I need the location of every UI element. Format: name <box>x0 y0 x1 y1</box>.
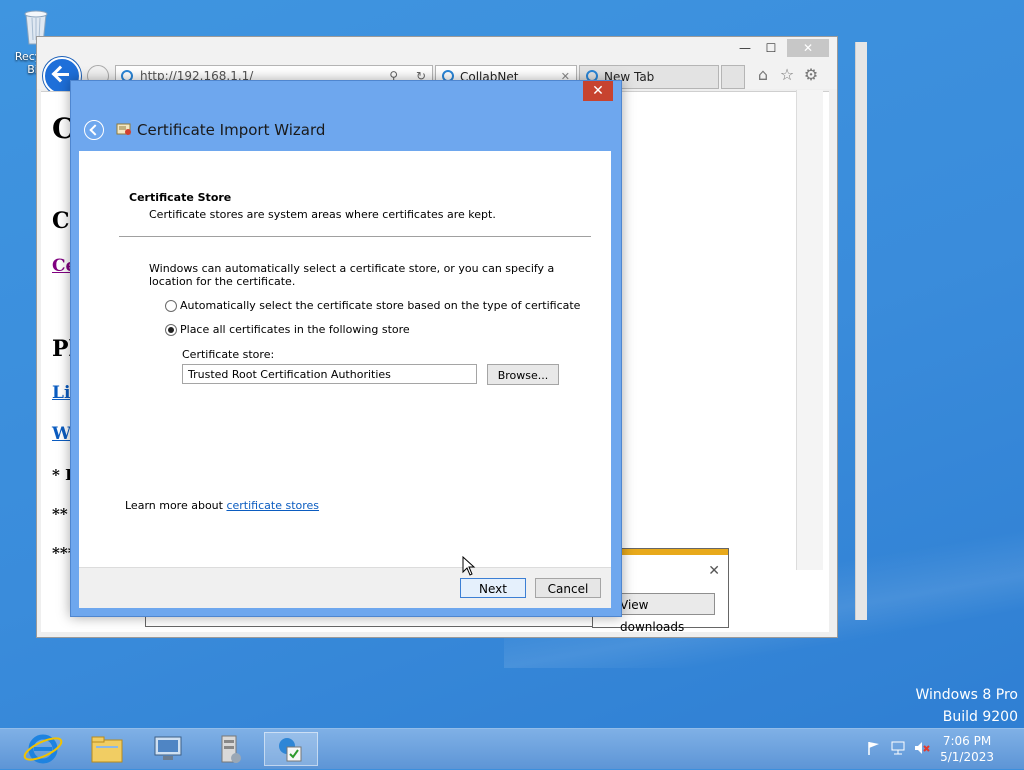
radio-button[interactable] <box>165 300 177 312</box>
watermark-edition: Windows 8 Pro <box>915 687 1018 703</box>
desktop: Recycle Bin — ☐ ✕ http://192.168.1.1/ ⚲ … <box>0 0 1024 728</box>
new-tab-button[interactable] <box>721 65 745 89</box>
dialog-title: Certificate Import Wizard <box>137 121 326 139</box>
dialog-footer: Next Cancel <box>79 567 611 608</box>
system-clock[interactable]: 7:06 PM 5/1/2023 <box>940 733 994 765</box>
clock-date: 5/1/2023 <box>940 750 994 764</box>
favorites-star-icon[interactable]: ☆ <box>777 65 797 85</box>
intro-text: Windows can automatically select a certi… <box>149 262 555 288</box>
maximize-button[interactable]: ☐ <box>763 39 779 57</box>
windows-watermark: Windows 8 Pro Build 9200 <box>915 684 1018 728</box>
cancel-button[interactable]: Cancel <box>535 578 601 598</box>
server-manager-icon[interactable] <box>202 732 256 766</box>
action-center-flag-icon[interactable] <box>866 741 882 755</box>
window-shadow <box>855 42 867 620</box>
taskbar: 7:06 PM 5/1/2023 <box>0 728 1024 769</box>
remote-desktop-icon[interactable] <box>141 732 195 766</box>
gear-icon[interactable]: ⚙ <box>801 65 821 85</box>
certificate-stores-link[interactable]: certificate stores <box>226 499 319 512</box>
watermark-build: Build 9200 <box>942 709 1018 725</box>
certificate-import-wizard-dialog: ✕ Certificate Import Wizard Certificate … <box>70 80 622 617</box>
section-description: Certificate stores are system areas wher… <box>149 208 496 221</box>
certificate-store-field[interactable]: Trusted Root Certification Authorities <box>182 364 477 384</box>
section-title: Certificate Store <box>129 191 232 204</box>
close-icon[interactable]: ✕ <box>708 563 720 579</box>
clock-time: 7:06 PM <box>942 734 992 748</box>
radio-label[interactable]: Place all certificates in the following … <box>180 323 410 336</box>
learn-more-prefix: Learn more about <box>125 499 227 512</box>
browse-button[interactable]: Browse... <box>487 364 559 385</box>
radio-button[interactable] <box>165 324 177 336</box>
volume-muted-icon[interactable] <box>914 741 930 755</box>
home-icon[interactable]: ⌂ <box>753 65 773 85</box>
back-arrow-icon[interactable] <box>84 120 104 140</box>
browser-scrollbar[interactable] <box>796 90 823 570</box>
page-text-fragment: ** <box>52 505 68 523</box>
page-link-fragment[interactable]: Li <box>52 383 70 403</box>
dialog-body: Certificate Store Certificate stores are… <box>79 151 611 608</box>
store-label: Certificate store: <box>182 348 275 361</box>
network-icon[interactable] <box>890 741 906 755</box>
page-link-fragment[interactable]: W <box>52 424 71 444</box>
certificate-icon <box>116 121 132 137</box>
next-button[interactable]: Next <box>460 578 526 598</box>
mouse-cursor-icon <box>462 555 476 576</box>
internet-explorer-icon[interactable] <box>16 732 70 766</box>
divider <box>119 236 591 237</box>
radio-label[interactable]: Automatically select the certificate sto… <box>180 299 580 312</box>
browser-close-button[interactable]: ✕ <box>787 39 829 57</box>
certificate-wizard-taskbar-icon[interactable] <box>264 732 318 766</box>
learn-more-text: Learn more about certificate stores <box>125 499 319 512</box>
minimize-button[interactable]: — <box>737 39 753 57</box>
file-explorer-icon[interactable] <box>80 732 134 766</box>
dialog-close-button[interactable]: ✕ <box>583 81 613 101</box>
